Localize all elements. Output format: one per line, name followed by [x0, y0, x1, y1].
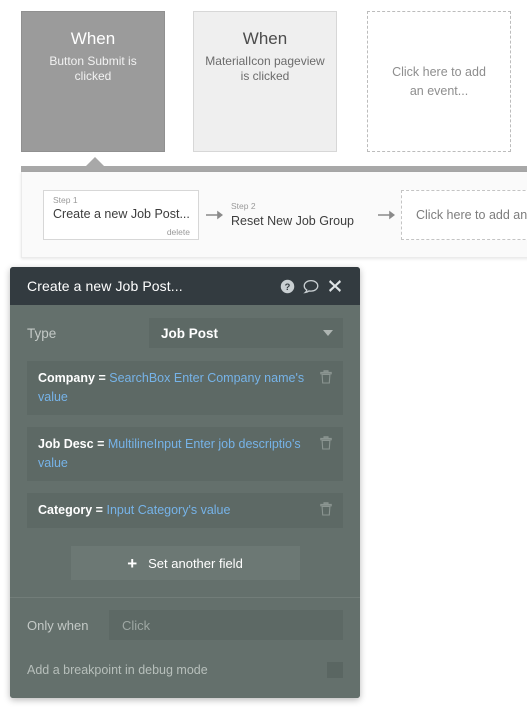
event-card-subtitle: MaterialIcon pageview is clicked [205, 54, 325, 83]
close-icon[interactable] [323, 275, 347, 297]
breakpoint-label: Add a breakpoint in debug mode [27, 663, 208, 677]
field-operator: = [98, 371, 106, 385]
trash-icon[interactable] [313, 369, 339, 384]
field-operator: = [97, 437, 105, 451]
comment-icon[interactable] [299, 275, 323, 297]
add-event-card[interactable]: Click here to add an event... [367, 11, 511, 152]
step-arrow-icon [371, 207, 401, 223]
only-when-row: Only when Click [27, 598, 343, 652]
only-when-label: Only when [27, 617, 89, 633]
field-operator: = [95, 503, 103, 517]
breakpoint-row: Add a breakpoint in debug mode [27, 652, 343, 698]
type-select-value: Job Post [161, 325, 219, 341]
step-arrow-icon [199, 207, 229, 223]
event-card-title: When [70, 29, 116, 48]
field-name: Company [38, 371, 95, 385]
field-name: Category [38, 503, 93, 517]
workflow-step-1[interactable]: Step 1 Create a new Job Post... delete [43, 189, 199, 240]
set-another-field-label: Set another field [148, 555, 243, 571]
event-card-subtitle: Button Submit is clicked [49, 54, 137, 83]
workflow-steps-strip: Step 1 Create a new Job Post... delete S… [21, 172, 527, 258]
type-label: Type [27, 325, 57, 341]
trash-icon[interactable] [313, 435, 339, 450]
events-row: When Button Submit is clicked When Mater… [0, 0, 527, 163]
type-row: Type Job Post [27, 305, 343, 361]
field-name: Job Desc [38, 437, 94, 451]
set-another-field-wrap: + Set another field [27, 540, 343, 597]
breakpoint-checkbox[interactable] [327, 662, 343, 678]
action-panel-header: Create a new Job Post... ? [10, 267, 360, 305]
field-value: Input Category's value [106, 503, 231, 517]
field-expression: Job Desc = MultilineInput Enter job desc… [38, 435, 313, 473]
add-step-card[interactable]: Click here to add an a [401, 189, 527, 240]
field-row-company[interactable]: Company = SearchBox Enter Company name's… [27, 361, 343, 415]
plus-icon: + [127, 553, 138, 573]
event-card-selected[interactable]: When Button Submit is clicked [21, 11, 165, 152]
help-icon[interactable]: ? [275, 275, 299, 297]
workflow-step-2[interactable]: Step 2 Reset New Job Group [229, 201, 371, 229]
event-card[interactable]: When MaterialIcon pageview is clicked [193, 11, 337, 152]
step-number-label: Step 2 [231, 200, 256, 211]
event-card-title: When [242, 29, 288, 48]
step-number-label: Step 1 [53, 194, 78, 205]
step-title: Create a new Job Post... [53, 206, 190, 221]
field-row-category[interactable]: Category = Input Category's value [27, 493, 343, 528]
action-editor-panel: Create a new Job Post... ? Type Job Post [10, 267, 360, 698]
set-another-field-button[interactable]: + Set another field [70, 546, 300, 580]
step-delete-link[interactable]: delete [167, 227, 190, 237]
add-step-label: Click here to add an a [416, 207, 527, 222]
svg-text:?: ? [284, 281, 290, 291]
only-when-input[interactable]: Click [109, 610, 343, 640]
field-expression: Category = Input Category's value [38, 501, 313, 520]
trash-icon[interactable] [313, 501, 339, 516]
add-event-label: Click here to add an event... [392, 64, 486, 98]
workflow-connector-pointer-icon [85, 157, 105, 167]
field-row-job-desc[interactable]: Job Desc = MultilineInput Enter job desc… [27, 427, 343, 481]
action-panel-title: Create a new Job Post... [27, 278, 183, 294]
chevron-down-icon [323, 330, 333, 336]
step-title: Reset New Job Group [231, 213, 354, 228]
type-select[interactable]: Job Post [149, 318, 343, 348]
field-expression: Company = SearchBox Enter Company name's… [38, 369, 313, 407]
action-panel-body: Type Job Post Company = SearchBox Enter … [10, 305, 360, 698]
